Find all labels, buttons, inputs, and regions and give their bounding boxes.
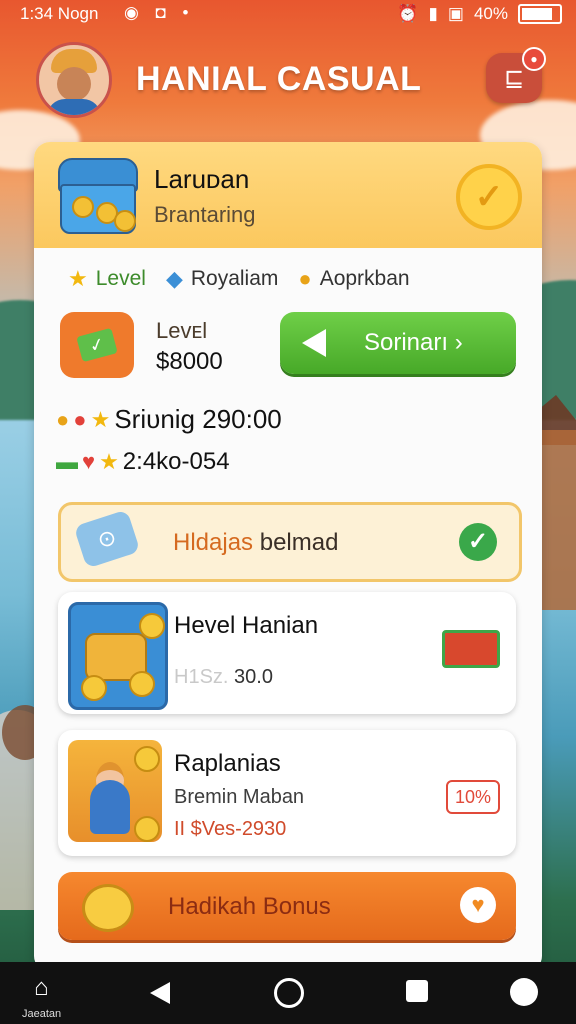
- tab-label: Level: [95, 267, 146, 290]
- cash-icon: ▬: [56, 449, 78, 474]
- coin-icon: [82, 884, 134, 932]
- stat-row: ● ● ★ Sriᴜnig 290:00: [56, 404, 282, 435]
- tab-label: Royaliam: [190, 267, 279, 290]
- item-title: Raplanias: [174, 750, 281, 777]
- coin-icon: ●: [298, 266, 312, 291]
- list-item[interactable]: Hevel Hanian H1Sz. 30.0: [58, 592, 516, 714]
- notification-icons: ◉ ◘ •: [124, 3, 195, 22]
- battery-percent: 40%: [473, 4, 508, 23]
- inbox-icon: ⊑: [503, 64, 525, 92]
- heart-icon: ♥: [460, 887, 496, 923]
- item-subtitle: H1Sz. 30.0: [174, 666, 273, 688]
- battery-icon: [518, 4, 562, 24]
- card-subtitle: Brantaring: [154, 202, 256, 227]
- tab-level[interactable]: ★ Level: [68, 264, 146, 294]
- character-icon: [68, 740, 162, 842]
- notification-button[interactable]: ⊑ ●: [486, 47, 546, 103]
- avatar[interactable]: [36, 42, 112, 118]
- sorinari-label: Sorinarı ›: [364, 329, 463, 356]
- check-icon[interactable]: ✓: [456, 164, 522, 230]
- assistant-icon[interactable]: [510, 978, 538, 1006]
- status-bar: 1:34 Nogn ◉ ◘ • ⏰ ▮ ▣ 40%: [0, 0, 576, 30]
- wallet-icon: [68, 602, 168, 710]
- item-title: Hevel Hanian: [174, 612, 319, 639]
- status-right: ⏰ ▮ ▣ 40%: [397, 4, 562, 24]
- home-label: Jaeatan: [22, 1008, 62, 1020]
- gem-icon: ◆: [165, 266, 183, 291]
- stat-text: Sriᴜnig 290:00: [114, 404, 282, 434]
- tab-bar: ★ Level ◆ Royaliam ● Aoprkban: [68, 264, 518, 294]
- notification-dot: ●: [522, 47, 546, 71]
- bonus-label: Hadikah Bonus: [168, 893, 331, 920]
- star-icon: ★: [99, 449, 119, 474]
- card-title: Laruᴅan: [154, 164, 250, 194]
- main-card: Laruᴅan Brantaring ✓ ★ Level ◆ Royaliam …: [34, 142, 542, 972]
- star-icon: ★: [90, 406, 111, 432]
- star-icon: ★: [68, 266, 88, 291]
- check-icon: ✓: [459, 523, 497, 561]
- level-value: $8000: [156, 348, 223, 375]
- tab-label: Aoprkban: [319, 267, 410, 290]
- brick-icon: [442, 630, 500, 668]
- level-label: Levᴇl: [156, 318, 208, 343]
- map-pin-icon: ●: [73, 406, 87, 432]
- item-subtitle: Bremin Maban: [174, 786, 305, 808]
- cash-icon: ✓: [60, 312, 134, 378]
- card-header: Laruᴅan Brantaring ✓: [34, 142, 542, 248]
- treasure-chest-icon: [58, 158, 138, 234]
- tab-aoprkban[interactable]: ● Aoprkban: [298, 264, 409, 294]
- wifi-icon: ▣: [447, 4, 464, 23]
- bonus-button[interactable]: Hadikah Bonus ♥: [58, 872, 516, 940]
- hint-text: Hldajas belmad: [173, 529, 339, 556]
- arrow-left-icon: [302, 329, 326, 357]
- tag-icon: ⊙: [73, 509, 141, 569]
- app-title: HANIAL CASUAL: [136, 60, 422, 98]
- home-button[interactable]: [274, 978, 304, 1008]
- list-item[interactable]: Raplanias Bremin Maban II $Ves-2930 10%: [58, 730, 516, 856]
- coin-icon: ●: [56, 406, 70, 432]
- discount-badge: 10%: [446, 780, 500, 814]
- recent-apps-button[interactable]: [406, 980, 428, 1002]
- back-button[interactable]: [150, 982, 170, 1004]
- hint-banner[interactable]: ⊙ Hldajas belmad ✓: [58, 502, 522, 582]
- status-time: 1:34 Nogn: [20, 4, 99, 23]
- navigation-bar: ⌂ Jaeatan: [0, 962, 576, 1024]
- heart-icon: ♥: [82, 449, 96, 474]
- stat-text: 2:4ko-054: [122, 448, 230, 475]
- signal-icon: ▮: [428, 4, 438, 23]
- tab-royaliam[interactable]: ◆ Royaliam: [166, 264, 278, 294]
- alarm-icon: ⏰: [397, 4, 419, 23]
- stat-row: ▬ ♥ ★ 2:4ko-054: [56, 448, 230, 476]
- home-icon[interactable]: ⌂: [34, 974, 49, 1002]
- item-extra: II $Ves-2930: [174, 818, 287, 840]
- sorinari-button[interactable]: Sorinarı ›: [280, 312, 516, 374]
